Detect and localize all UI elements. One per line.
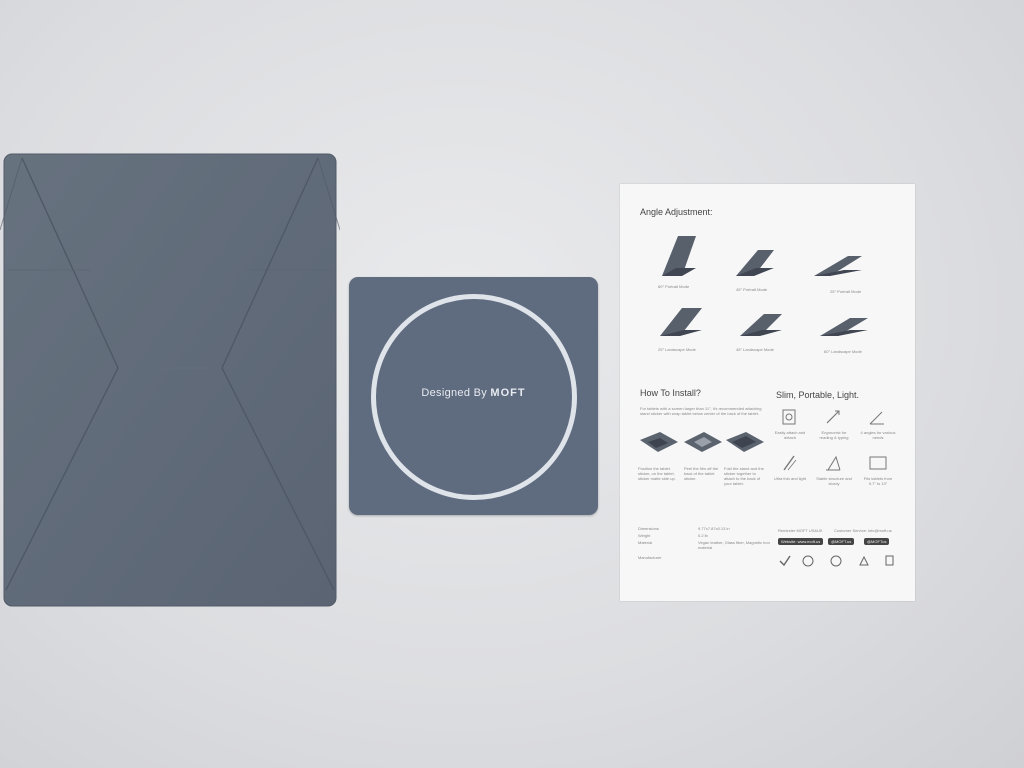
angles-feature-icon <box>869 411 884 425</box>
angle-mode-label: 25° Landscape Mode <box>658 347 696 352</box>
features-title: Slim, Portable, Light. <box>776 390 860 400</box>
install-step-1-icon <box>640 432 678 452</box>
spec-label: Manufacturer <box>638 555 662 560</box>
spec-value: 9.77x7.87x0.13 in <box>698 526 730 531</box>
angle-mode-label: 25° Portrait Mode <box>830 289 862 294</box>
feature-text: Stable structure and sturdy <box>816 476 852 486</box>
instruction-sheet: Angle Adjustment: 60° Portrait Mode 45° … <box>620 184 915 601</box>
spec-value: Vegan leather, Glass fiber, Magnetic iro… <box>698 540 770 550</box>
spec-label: Dimensions <box>638 526 659 531</box>
angle-mode-label: 60° Landscape Mode <box>824 349 862 354</box>
tablet-stand <box>0 153 340 607</box>
social-tag: @MOFTus <box>864 538 890 545</box>
designed-by-text: Designed By <box>421 387 488 399</box>
install-step-text: Position the tablet sticker, on the tabl… <box>638 466 676 481</box>
tablet-size-feature-icon <box>869 456 887 470</box>
brand-logo: MOFT <box>490 387 526 399</box>
ergonomic-feature-icon <box>826 410 840 424</box>
feature-text: Easily attach and detach <box>774 430 806 440</box>
angle-mode-label: 60° Portrait Mode <box>658 284 690 289</box>
feature-text: Ultra thin and light <box>773 476 807 481</box>
install-step-3-icon <box>726 432 764 452</box>
spec-label: Material <box>638 540 653 545</box>
contact-right: Customer Service: info@moft.us <box>834 528 892 533</box>
certification-icons <box>779 555 894 567</box>
thin-feature-icon <box>783 455 797 471</box>
feature-text: Ergonomic for reading & typing <box>819 430 849 440</box>
attach-feature-icon <box>782 409 796 425</box>
sticker-card: Designed By MOFT <box>349 277 598 515</box>
spec-label: Weight <box>638 533 651 538</box>
social-tag: Website: www.moft.us <box>778 538 824 545</box>
install-intro: For tablets with a screen larger than 11… <box>640 406 762 416</box>
install-step-text: Fold the stand and the sticker together … <box>724 466 764 486</box>
contact-left: Reminder MOFT US&UK <box>778 528 823 533</box>
angle-title: Angle Adjustment: <box>640 207 713 217</box>
spec-value: 0.2 lb <box>698 533 708 538</box>
angle-45-landscape-icon <box>740 314 782 336</box>
angle-25-portrait-icon <box>814 256 862 276</box>
stable-feature-icon <box>826 455 841 471</box>
sticker-label: Designed By MOFT <box>349 387 598 399</box>
angle-mode-label: 45° Portrait Mode <box>736 287 768 292</box>
angle-25-landscape-icon <box>660 308 702 336</box>
angle-60-portrait-icon <box>662 236 696 276</box>
social-tag: @MOFT.us <box>828 538 855 545</box>
angle-60-landscape-icon <box>820 318 868 336</box>
feature-text: Fits tablets from 9.7" to 13" <box>863 476 893 486</box>
feature-text: 4 angles for various needs <box>860 430 896 440</box>
install-step-text: Peel the film off the back of the tablet… <box>684 466 719 481</box>
install-title: How To Install? <box>640 388 701 398</box>
angle-mode-label: 45° Landscape Mode <box>736 347 774 352</box>
angle-45-portrait-icon <box>736 250 774 276</box>
install-step-2-icon <box>684 432 722 452</box>
